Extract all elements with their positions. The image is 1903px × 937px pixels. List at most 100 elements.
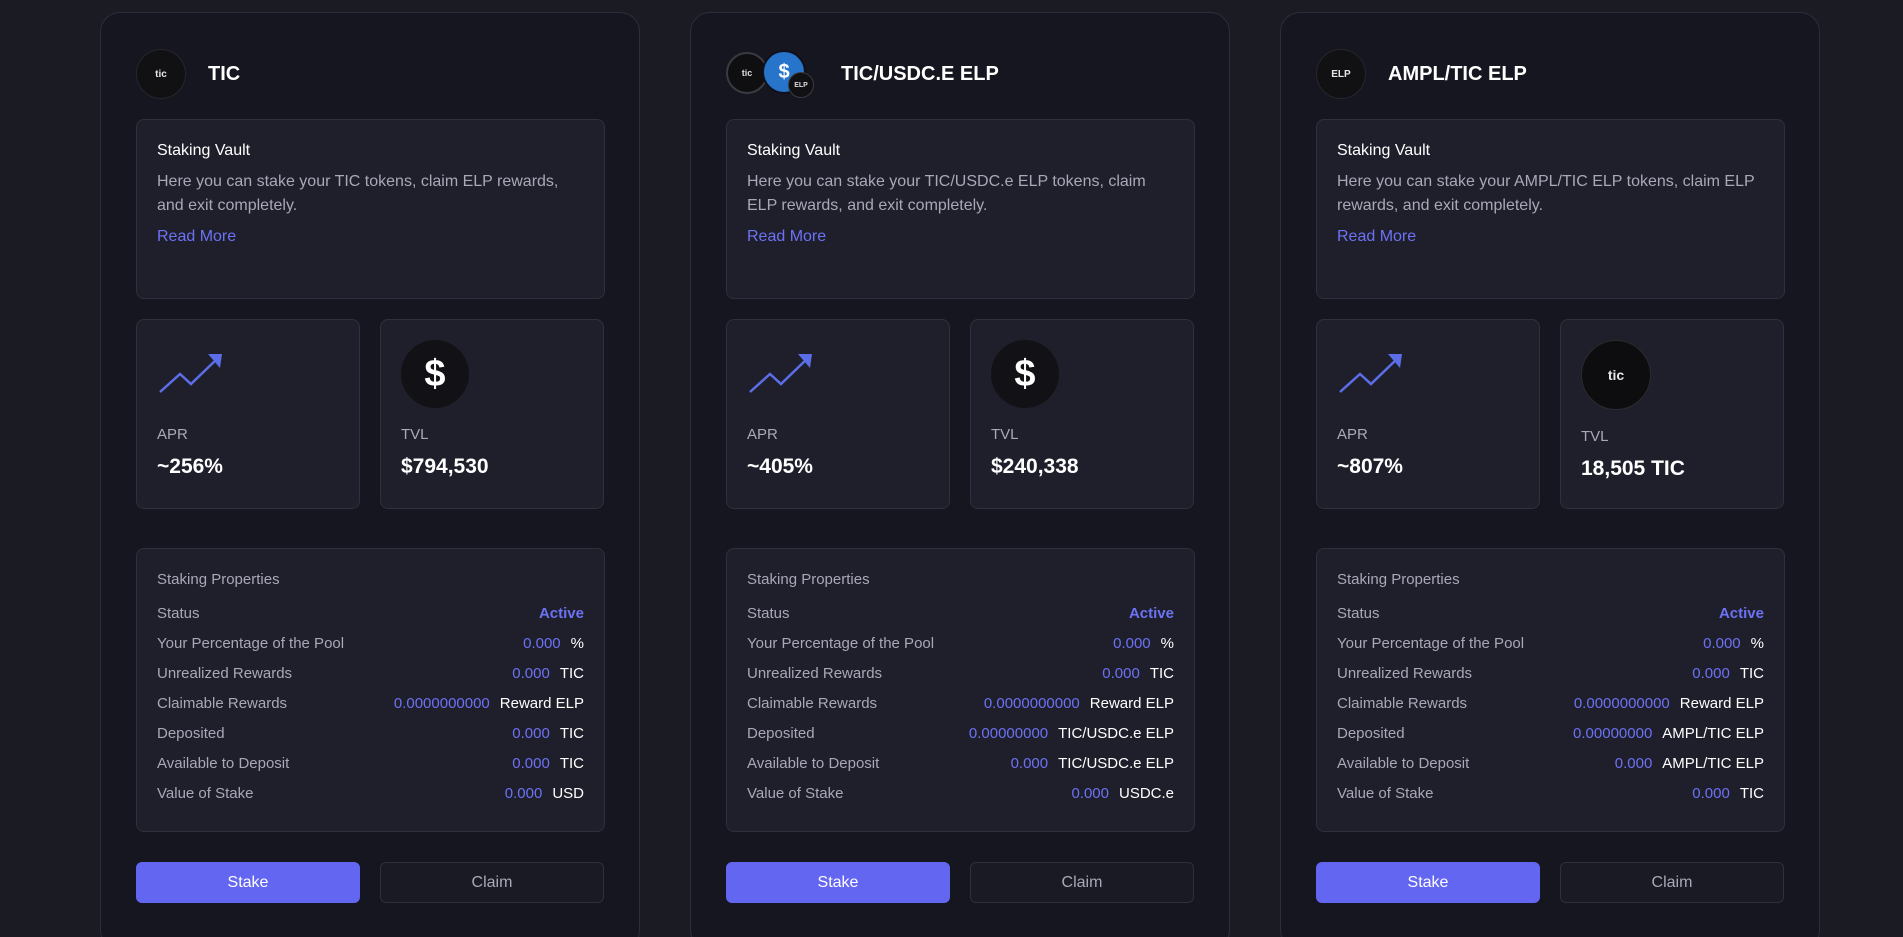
staking-properties: Staking Properties Status Active Your Pe… (726, 548, 1195, 832)
property-row: Available to Deposit 0.000 TIC/USDC.e ELP (747, 748, 1174, 778)
property-label: Unrealized Rewards (157, 664, 293, 682)
property-value: 0.000 (512, 664, 550, 682)
property-row: Deposited 0.00000000 TIC/USDC.e ELP (747, 718, 1174, 748)
status-badge: Active (1128, 604, 1174, 622)
property-value: 0.00000000 (1573, 724, 1653, 742)
claim-button[interactable]: Claim (380, 862, 604, 903)
staking-properties: Staking Properties Status Active Your Pe… (1316, 548, 1785, 832)
property-value: 0.0000000000 (983, 694, 1080, 712)
tvl-label: TVL (991, 426, 1019, 443)
status-row: Status Active (747, 598, 1174, 628)
status-badge: Active (1718, 604, 1764, 622)
property-value: 0.0000000000 (1573, 694, 1670, 712)
card-title: TIC/USDC.E ELP (841, 62, 999, 85)
property-row: Claimable Rewards 0.0000000000 Reward ELP (157, 688, 584, 718)
property-value: 0.000 (1692, 664, 1730, 682)
status-badge: Active (538, 604, 584, 622)
vault-info-box: Staking Vault Here you can stake your TI… (136, 119, 605, 299)
property-row: Your Percentage of the Pool 0.000% (1337, 628, 1764, 658)
read-more-link[interactable]: Read More (747, 228, 826, 245)
tic-token-icon-text: tic (155, 68, 167, 80)
property-unit: Reward ELP (1679, 694, 1764, 712)
vault-description: Here you can stake your TIC/USDC.e ELP t… (747, 173, 1146, 214)
apr-label: APR (747, 426, 778, 443)
vault-title: Staking Vault (1337, 142, 1431, 159)
property-row: Deposited 0.000 TIC (157, 718, 584, 748)
property-row: Available to Deposit 0.000 TIC (157, 748, 584, 778)
vault-info-box: Staking Vault Here you can stake your AM… (1316, 119, 1785, 299)
apr-stat-box: APR ~405% (726, 319, 950, 509)
property-unit: % (570, 634, 584, 652)
property-row: Your Percentage of the Pool 0.000% (157, 628, 584, 658)
property-row: Claimable Rewards 0.0000000000 Reward ELP (1337, 688, 1764, 718)
property-unit: TIC (559, 724, 584, 742)
staking-card-ampl-tic-elp: ELP AMPL/TIC ELP Staking Vault Here you … (1280, 12, 1820, 937)
property-label: Available to Deposit (1337, 754, 1470, 772)
apr-value: ~807% (1337, 455, 1403, 478)
tic-token-icon-text: tic (741, 68, 753, 78)
property-label: Your Percentage of the Pool (157, 634, 345, 652)
vault-title: Staking Vault (157, 142, 251, 159)
claim-button[interactable]: Claim (970, 862, 1194, 903)
read-more-link[interactable]: Read More (1337, 228, 1416, 245)
status-row: Status Active (1337, 598, 1764, 628)
vault-description: Here you can stake your TIC tokens, clai… (157, 173, 559, 214)
status-row: Status Active (157, 598, 584, 628)
property-row: Your Percentage of the Pool 0.000% (747, 628, 1174, 658)
property-value: 0.000 (523, 634, 561, 652)
stake-button[interactable]: Stake (136, 862, 360, 903)
property-value: 0.000 (512, 724, 550, 742)
status-label: Status (1337, 604, 1380, 622)
status-label: Status (157, 604, 200, 622)
property-row: Value of Stake 0.000 USD (157, 778, 584, 808)
apr-label: APR (1337, 426, 1368, 443)
property-label: Available to Deposit (747, 754, 880, 772)
property-unit: TIC (1739, 784, 1764, 802)
tvl-value: $240,338 (991, 455, 1079, 478)
property-label: Available to Deposit (157, 754, 290, 772)
card-header: tic TIC (136, 48, 240, 100)
stake-button[interactable]: Stake (1316, 862, 1540, 903)
property-row: Claimable Rewards 0.0000000000 Reward ELP (747, 688, 1174, 718)
property-label: Unrealized Rewards (1337, 664, 1473, 682)
property-label: Deposited (747, 724, 815, 742)
property-value: 0.000 (1102, 664, 1140, 682)
property-row: Unrealized Rewards 0.000 TIC (157, 658, 584, 688)
status-label: Status (747, 604, 790, 622)
property-row: Value of Stake 0.000 TIC (1337, 778, 1764, 808)
elp-token-icon-text: ELP (1331, 68, 1351, 80)
property-value: 0.000 (1010, 754, 1049, 772)
property-value: 0.000 (1614, 754, 1653, 772)
vault-info-box: Staking Vault Here you can stake your TI… (726, 119, 1195, 299)
staking-properties-title: Staking Properties (157, 571, 280, 588)
property-unit: TIC (1149, 664, 1174, 682)
tvl-label: TVL (1581, 428, 1609, 445)
elp-token-icon: ELP (1316, 49, 1366, 99)
property-unit: AMPL/TIC ELP (1662, 724, 1764, 742)
property-value: 0.000 (512, 754, 550, 772)
trend-up-icon (1337, 340, 1405, 408)
staking-properties-title: Staking Properties (1337, 571, 1460, 588)
property-label: Unrealized Rewards (747, 664, 883, 682)
read-more-link[interactable]: Read More (157, 228, 236, 245)
property-unit: Reward ELP (1089, 694, 1174, 712)
apr-stat-box: APR ~807% (1316, 319, 1540, 509)
claim-button[interactable]: Claim (1560, 862, 1784, 903)
apr-label: APR (157, 426, 188, 443)
property-unit: TIC (559, 664, 584, 682)
property-value: 0.000 (1071, 784, 1109, 802)
property-value: 0.00000000 (968, 724, 1049, 742)
property-row: Unrealized Rewards 0.000 TIC (1337, 658, 1764, 688)
property-value: 0.000 (1692, 784, 1730, 802)
property-label: Deposited (157, 724, 225, 742)
apr-stat-box: APR ~256% (136, 319, 360, 509)
stake-button[interactable]: Stake (726, 862, 950, 903)
property-value: 0.000 (1113, 634, 1151, 652)
property-unit: USD (552, 784, 584, 802)
property-label: Your Percentage of the Pool (1337, 634, 1525, 652)
staking-card-tic: tic TIC Staking Vault Here you can stake… (100, 12, 640, 937)
apr-value: ~256% (157, 455, 223, 478)
staking-properties: Staking Properties Status Active Your Pe… (136, 548, 605, 832)
property-label: Deposited (1337, 724, 1405, 742)
trend-up-icon (157, 340, 225, 408)
